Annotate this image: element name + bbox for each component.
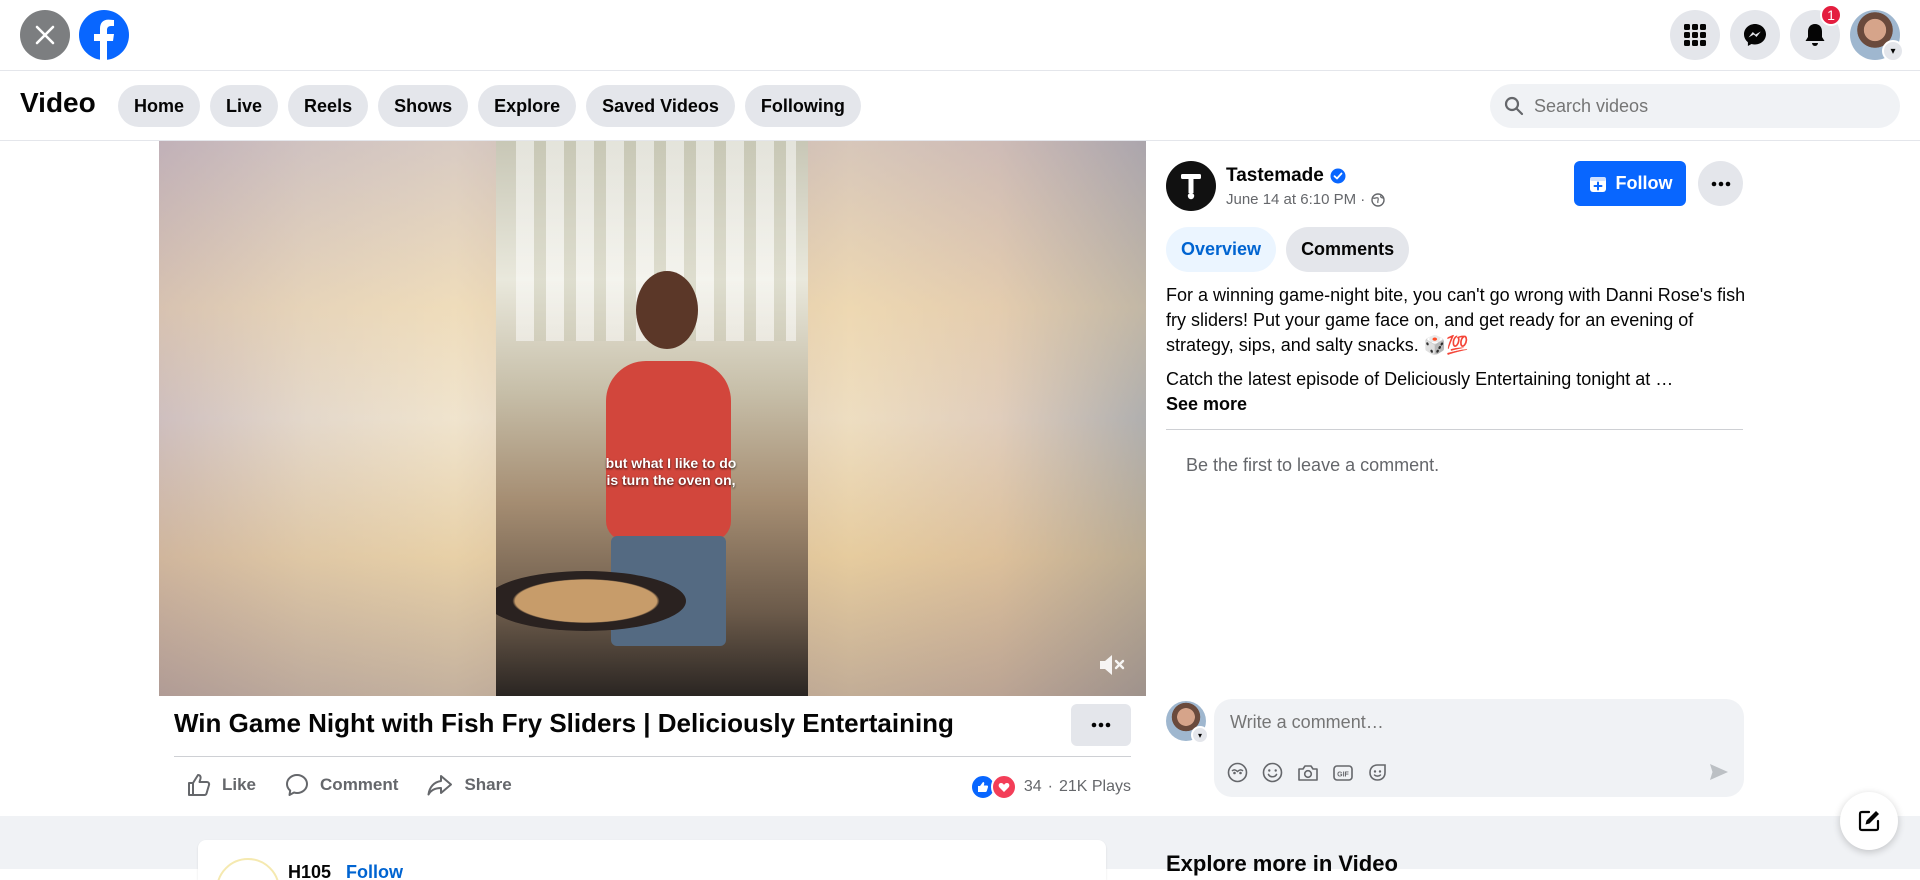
description-paragraph-2: Catch the latest episode of Deliciously … — [1166, 369, 1674, 389]
compose-icon — [1858, 810, 1880, 832]
reaction-count[interactable]: 34 — [1024, 778, 1042, 796]
close-button[interactable] — [20, 10, 70, 60]
video-actions: Like Comment Share — [186, 772, 512, 798]
divider — [174, 756, 1131, 757]
chevron-down-icon: ▾ — [1882, 40, 1904, 62]
close-icon — [35, 25, 55, 45]
caption-line-2: is turn the oven on, — [606, 472, 736, 488]
notifications-button[interactable]: 1 — [1790, 4, 1842, 60]
sticker-icon[interactable] — [1366, 761, 1389, 784]
share-arrow-icon — [427, 775, 453, 796]
more-horizontal-icon — [1711, 181, 1730, 186]
avatar-sticker-icon[interactable] — [1226, 761, 1249, 784]
separator-dot: · — [1047, 778, 1053, 795]
search-bar[interactable] — [1490, 84, 1900, 128]
follow-label: Follow — [1615, 173, 1673, 193]
post-details-panel: Tastemade June 14 at 6:10 PM · Follow Ov… — [1146, 141, 1920, 816]
mute-icon[interactable] — [1097, 651, 1127, 679]
search-icon — [1504, 96, 1524, 116]
tab-overview[interactable]: Overview — [1166, 227, 1277, 272]
comment-tools: GIF — [1226, 761, 1389, 784]
next-card-avatar[interactable] — [216, 858, 280, 880]
notification-badge: 1 — [1820, 4, 1842, 26]
menu-button[interactable] — [1670, 10, 1720, 60]
chevron-down-icon: ▾ — [1191, 726, 1209, 744]
camera-icon[interactable] — [1296, 761, 1319, 784]
empty-comments-message: Be the first to leave a comment. — [1186, 455, 1440, 475]
video-tabs: Home Live Reels Shows Explore Saved Vide… — [118, 85, 861, 127]
video-caption: but what I like to do is turn the oven o… — [556, 455, 786, 489]
comment-button[interactable]: Comment — [284, 772, 398, 798]
commenter-avatar[interactable]: ▾ — [1166, 701, 1209, 744]
verified-badge-icon — [1330, 168, 1346, 184]
video-nav: Video Home Live Reels Shows Explore Save… — [0, 71, 1920, 141]
share-button[interactable]: Share — [426, 772, 512, 798]
next-card-header: H105 Follow — [288, 862, 403, 880]
video-frame: but what I like to do is turn the oven o… — [496, 141, 808, 696]
plays-count: 21K Plays — [1058, 778, 1131, 795]
comment-bubble-icon — [286, 774, 309, 796]
divider — [1166, 429, 1743, 430]
post-description: For a winning game-night bite, you can't… — [1166, 283, 1746, 417]
post-timestamp[interactable]: June 14 at 6:10 PM · — [1226, 191, 1365, 208]
send-icon[interactable] — [1708, 761, 1730, 783]
reaction-summary[interactable]: 34 · 21K Plays — [969, 774, 1131, 800]
reaction-icons — [969, 774, 1017, 800]
tab-explore[interactable]: Explore — [478, 85, 577, 127]
next-card-page-name[interactable]: H105 — [288, 862, 331, 880]
comment-input[interactable] — [1228, 711, 1712, 734]
thumbs-up-icon — [188, 774, 211, 796]
tastemade-logo-icon — [1181, 174, 1201, 200]
tab-saved-videos[interactable]: Saved Videos — [586, 85, 735, 127]
post-timestamp-row: June 14 at 6:10 PM · — [1226, 191, 1385, 208]
tab-comments[interactable]: Comments — [1286, 227, 1410, 272]
comment-label: Comment — [320, 775, 399, 794]
facebook-logo-icon[interactable] — [79, 10, 129, 60]
tab-live[interactable]: Live — [210, 85, 279, 127]
love-reaction-icon — [990, 774, 1017, 800]
follow-button[interactable]: Follow — [1574, 161, 1686, 206]
messenger-icon — [1744, 24, 1766, 46]
svg-text:GIF: GIF — [1337, 771, 1349, 778]
post-tabs: Overview Comments — [1166, 227, 1410, 272]
next-card-follow-link[interactable]: Follow — [346, 862, 403, 880]
tab-reels[interactable]: Reels — [288, 85, 369, 127]
like-button[interactable]: Like — [186, 772, 256, 798]
see-more-link[interactable]: See more — [1166, 392, 1746, 417]
page-name-row: Tastemade — [1226, 165, 1346, 187]
video-player[interactable]: but what I like to do is turn the oven o… — [159, 141, 1146, 696]
video-more-options-button[interactable] — [1071, 704, 1131, 746]
compose-message-button[interactable] — [1840, 792, 1898, 850]
emoji-icon[interactable] — [1261, 761, 1284, 784]
tab-shows[interactable]: Shows — [378, 85, 469, 127]
bell-icon — [1805, 24, 1825, 46]
grid-menu-icon — [1684, 24, 1706, 46]
tab-following[interactable]: Following — [744, 85, 861, 127]
page-name[interactable]: Tastemade — [1226, 165, 1324, 187]
search-input[interactable] — [1532, 94, 1876, 118]
description-paragraph-1: For a winning game-night bite, you can't… — [1166, 285, 1746, 355]
comment-composer: GIF — [1214, 699, 1744, 797]
page-avatar[interactable] — [1166, 161, 1216, 211]
page-title: Video — [20, 87, 96, 118]
tab-home[interactable]: Home — [118, 85, 201, 127]
next-video-card[interactable]: H105 Follow — [198, 840, 1106, 880]
share-label: Share — [464, 775, 512, 794]
like-label: Like — [222, 775, 257, 794]
follow-page-icon — [1589, 176, 1606, 192]
gif-icon[interactable]: GIF — [1331, 761, 1354, 784]
profile-avatar[interactable]: ▾ — [1850, 10, 1904, 62]
post-more-options-button[interactable] — [1698, 161, 1743, 206]
caption-line-1: but what I like to do — [605, 455, 737, 471]
video-title: Win Game Night with Fish Fry Sliders | D… — [174, 708, 954, 738]
globe-icon — [1371, 192, 1385, 207]
top-bar: 1 ▾ — [0, 0, 1920, 71]
explore-more-heading: Explore more in Video — [1166, 851, 1398, 876]
more-horizontal-icon — [1091, 722, 1111, 728]
messenger-button[interactable] — [1730, 10, 1780, 60]
